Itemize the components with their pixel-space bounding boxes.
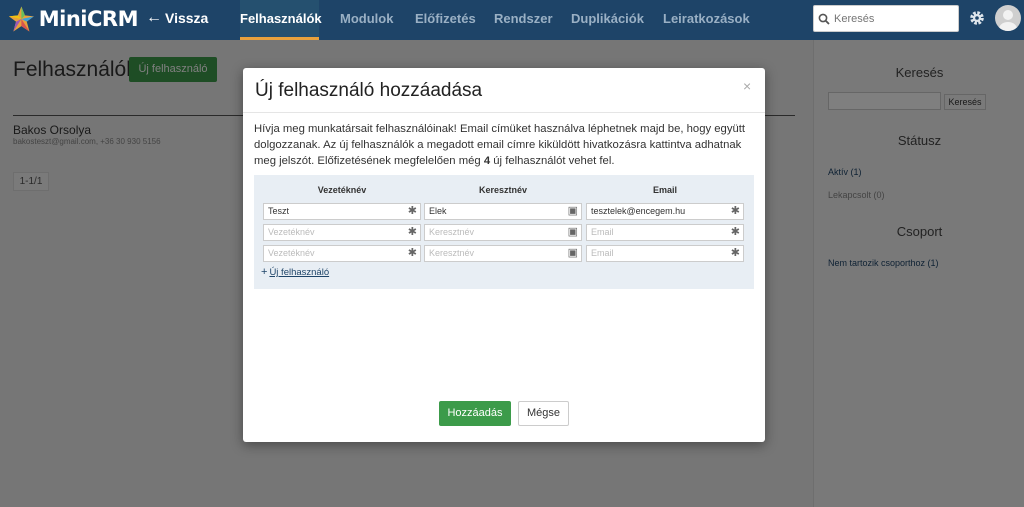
back-label: Vissza	[165, 10, 209, 26]
required-icon: ✱	[407, 205, 417, 217]
firstname-field[interactable]: Keresztnév ▣	[424, 224, 582, 241]
global-search-input[interactable]	[834, 12, 954, 25]
add-row-label: Új felhasználó	[269, 267, 330, 278]
modal-description: Hívja meg munkatársait felhasználóinak! …	[254, 121, 758, 169]
tab-felhasznalok[interactable]: Felhasználók	[240, 0, 322, 40]
tab-rendszer[interactable]: Rendszer	[494, 0, 553, 40]
contact-card-icon: ▣	[567, 247, 578, 259]
star-logo-icon	[8, 6, 34, 32]
cancel-button[interactable]: Mégse	[518, 401, 569, 426]
required-icon: ✱	[730, 205, 740, 217]
email-placeholder: Email	[591, 227, 614, 237]
global-search	[813, 5, 959, 32]
gear-icon[interactable]	[968, 9, 986, 27]
contact-card-icon: ▣	[567, 226, 578, 238]
firstname-field[interactable]: Keresztnév ▣	[424, 245, 582, 262]
plus-icon: +	[261, 266, 268, 278]
lastname-field[interactable]: Vezetéknév ✱	[263, 245, 421, 262]
required-icon: ✱	[730, 247, 740, 259]
avatar[interactable]	[995, 5, 1021, 31]
email-field[interactable]: Email ✱	[586, 224, 744, 241]
close-icon[interactable]: ×	[743, 78, 751, 94]
tab-duplikaciok[interactable]: Duplikációk	[571, 0, 644, 40]
user-form: Vezetéknév Keresztnév Email Teszt ✱ Elek ▣…	[254, 175, 754, 289]
required-icon: ✱	[407, 226, 417, 238]
tab-elofizetes[interactable]: Előfizetés	[415, 0, 476, 40]
modal-title: Új felhasználó hozzáadása	[255, 80, 483, 101]
arrow-left-icon: ←	[146, 9, 162, 26]
add-user-modal: Új felhasználó hozzáadása × Hívja meg mu…	[243, 68, 765, 442]
required-icon: ✱	[730, 226, 740, 238]
email-field[interactable]: Email ✱	[586, 245, 744, 262]
lastname-placeholder: Vezetéknév	[268, 248, 315, 258]
contact-card-icon: ▣	[567, 205, 578, 217]
lastname-value: Teszt	[268, 206, 290, 216]
lastname-field[interactable]: Vezetéknév ✱	[263, 224, 421, 241]
app-logo[interactable]: MiniCRM	[8, 2, 139, 36]
back-link[interactable]: ← Vissza	[146, 9, 208, 27]
firstname-placeholder: Keresztnév	[429, 227, 475, 237]
required-icon: ✱	[407, 247, 417, 259]
tab-modulok[interactable]: Modulok	[340, 0, 393, 40]
lastname-placeholder: Vezetéknév	[268, 227, 315, 237]
firstname-placeholder: Keresztnév	[429, 248, 475, 258]
add-row-link[interactable]: + Új felhasználó	[261, 266, 329, 278]
tab-leiratkozasok[interactable]: Leiratkozások	[663, 0, 750, 40]
column-header-lastname: Vezetéknév	[317, 185, 367, 195]
firstname-field[interactable]: Elek ▣	[424, 203, 582, 220]
email-placeholder: Email	[591, 248, 614, 258]
email-value: tesztelek@encegem.hu	[591, 206, 686, 216]
column-header-email: Email	[652, 185, 677, 195]
submit-button[interactable]: Hozzáadás	[439, 401, 511, 426]
email-field[interactable]: tesztelek@encegem.hu ✱	[586, 203, 744, 220]
top-navbar: MiniCRM ← Vissza Felhasználók Modulok El…	[0, 0, 1024, 40]
lastname-field[interactable]: Teszt ✱	[263, 203, 421, 220]
search-icon	[814, 6, 834, 31]
modal-divider	[243, 112, 765, 113]
firstname-value: Elek	[429, 206, 447, 216]
description-text-end: új felhasználót vehet fel.	[490, 155, 615, 167]
logo-text: MiniCRM	[38, 7, 139, 31]
column-header-firstname: Keresztnév	[478, 185, 528, 195]
user-avatar-icon	[999, 10, 1017, 31]
